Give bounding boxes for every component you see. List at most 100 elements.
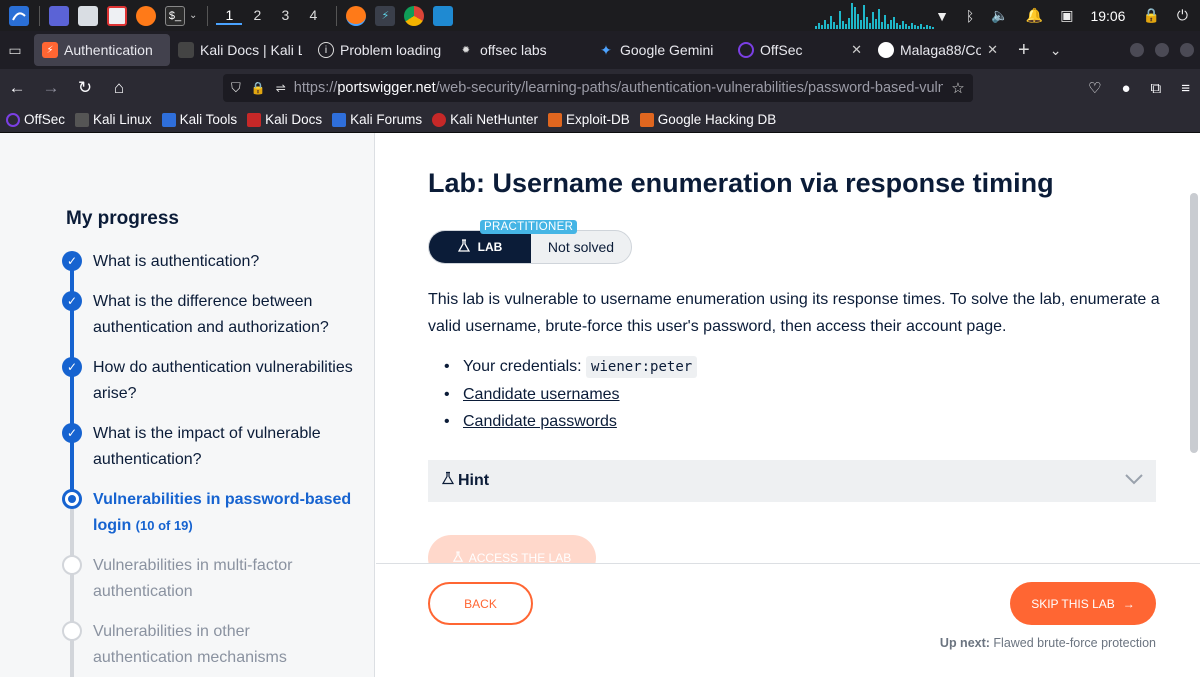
access-the-lab-button[interactable]: ACCESS THE LAB — [428, 535, 596, 563]
offsec-bookmark-icon — [6, 112, 20, 127]
bookmark-kali-nethunter[interactable]: Kali NetHunter — [432, 112, 538, 127]
extensions-icon[interactable]: ⧉ — [1151, 80, 1162, 97]
current-step-icon — [62, 489, 82, 509]
tab-offsec-labs[interactable]: ✹ offsec labs — [450, 34, 590, 66]
bookmark-kali-linux[interactable]: Kali Linux — [75, 112, 152, 127]
menu-icon[interactable]: ≡ — [1181, 80, 1190, 97]
github-favicon-icon — [878, 42, 894, 58]
chrome-icon[interactable] — [404, 5, 425, 26]
bookmark-label: Kali Forums — [350, 112, 423, 127]
volume-icon[interactable]: 🔈 — [991, 7, 1008, 24]
lab-footer-nav: BACK SKIP THIS LAB → Up next: Flawed bru… — [376, 563, 1200, 677]
kali-favicon-icon — [178, 42, 194, 58]
text-editor-icon[interactable] — [107, 5, 127, 26]
kali-docs-bookmark-icon — [247, 112, 262, 127]
window-maximize-button[interactable] — [1155, 43, 1169, 57]
desktop-icon[interactable] — [49, 5, 69, 26]
back-arrow-icon[interactable]: ← — [2, 78, 32, 98]
tab-problem-loading[interactable]: i Problem loading — [310, 34, 450, 66]
window-minimize-button[interactable] — [1130, 43, 1144, 57]
back-button[interactable]: BACK — [428, 582, 533, 625]
checkmark-icon: ✓ — [62, 357, 82, 377]
shield-icon[interactable]: ⛉ — [231, 80, 241, 96]
bookmark-kali-forums[interactable]: Kali Forums — [332, 112, 422, 127]
bookmark-star-icon[interactable]: ☆ — [943, 74, 973, 102]
hint-accordion[interactable]: Hint — [428, 460, 1156, 502]
lab-status: Not solved — [547, 239, 615, 255]
reload-icon[interactable]: ↻ — [70, 78, 100, 98]
incomplete-step-icon — [62, 621, 82, 641]
list-item: Candidate usernames — [444, 381, 697, 408]
new-tab-plus-icon[interactable]: + — [1018, 39, 1030, 62]
offsec-favicon-icon — [738, 42, 754, 58]
firefox-icon[interactable] — [136, 5, 156, 26]
tab-offsec[interactable]: OffSec ✕ — [730, 34, 870, 66]
close-tab-icon[interactable]: ✕ — [851, 42, 862, 58]
home-icon[interactable]: ⌂ — [104, 78, 134, 98]
account-icon[interactable]: ● — [1121, 80, 1130, 97]
close-tab-icon[interactable]: ✕ — [987, 42, 998, 58]
bookmark-label: Kali Docs — [265, 112, 323, 127]
vscode-icon[interactable] — [433, 5, 454, 26]
chevron-down-icon[interactable]: ⌄ — [189, 10, 197, 21]
tab-title: Problem loading — [340, 42, 442, 58]
pocket-icon[interactable]: ♡ — [1088, 79, 1101, 97]
tab-google-gemini[interactable]: ✦ Google Gemini — [590, 34, 730, 66]
kali-menu-icon[interactable] — [9, 5, 29, 26]
skip-button-label: SKIP THIS LAB — [1031, 596, 1115, 611]
bookmark-kali-tools[interactable]: Kali Tools — [161, 112, 237, 127]
lab-content: Lab: Username enumeration via response t… — [376, 133, 1200, 563]
burp-icon[interactable]: ⚡ — [375, 5, 396, 26]
lock-icon[interactable]: 🔒 — [251, 81, 266, 95]
tab-authentication[interactable]: ⚡ Authentication — [34, 34, 170, 66]
terminal-icon[interactable]: $_ — [165, 5, 185, 26]
forward-arrow-icon[interactable]: → — [36, 78, 66, 98]
lock-icon[interactable]: 🔒 — [1142, 7, 1159, 24]
workspace-2[interactable]: 2 — [244, 7, 270, 25]
candidate-usernames-link[interactable]: Candidate usernames — [463, 386, 620, 403]
bookmark-exploit-db[interactable]: Exploit-DB — [547, 112, 630, 127]
up-next-link[interactable]: Flawed brute-force protection — [993, 636, 1156, 650]
lab-badge: LAB Not solved PRACTITIONER — [428, 220, 632, 264]
bookmark-kali-docs[interactable]: Kali Docs — [247, 112, 322, 127]
tab-kali-docs[interactable]: Kali Docs | Kali L — [170, 34, 310, 66]
chevron-down-icon[interactable] — [1124, 469, 1144, 490]
kali-nethunter-bookmark-icon — [432, 112, 447, 127]
tab-github[interactable]: Malaga88/Conc ✕ — [870, 34, 1006, 66]
workspace-1[interactable]: 1 — [216, 7, 243, 25]
progress-step-label: Vulnerabilities in multi-factor authenti… — [93, 557, 293, 600]
bookmark-google-hacking-db[interactable]: Google Hacking DB — [639, 112, 776, 127]
hint-label: Hint — [458, 472, 490, 489]
window-close-button[interactable] — [1180, 43, 1194, 57]
list-all-tabs-chevron-icon[interactable]: ⌄ — [1050, 42, 1062, 59]
offsec-labs-favicon-icon: ✹ — [461, 44, 471, 56]
lab-type-label: LAB — [477, 240, 503, 254]
progress-step-label: How do authentication vulnerabilities ar… — [93, 359, 353, 402]
firefox-view-icon[interactable]: ▭ — [0, 42, 30, 59]
power-icon[interactable]: ⏻ — [1177, 7, 1188, 24]
bluetooth-icon[interactable]: ᛒ — [966, 8, 974, 24]
taskbar-separator — [336, 5, 338, 26]
permissions-icon[interactable]: ⇌ — [276, 81, 286, 95]
credentials-label: Your credentials: — [463, 358, 582, 375]
bookmark-offsec[interactable]: OffSec — [6, 112, 65, 127]
workspace-4[interactable]: 4 — [300, 7, 326, 25]
url-host: portswigger.net — [337, 80, 436, 96]
progress-track-remaining — [70, 509, 74, 677]
url-bar[interactable]: ⛉ 🔒 ⇌ https://portswigger.net/web-securi… — [223, 74, 973, 102]
workspace-3[interactable]: 3 — [272, 7, 298, 25]
os-taskbar: $_ ⌄ 1 2 3 4 ⚡ ▼ ᛒ 🔈 🔔 ▣ 19:06 🔒 ⏻ — [0, 0, 1200, 31]
skip-this-lab-button[interactable]: SKIP THIS LAB → — [1010, 582, 1156, 625]
lab-title: Lab: Username enumeration via response t… — [428, 168, 1054, 198]
page-scrollbar[interactable] — [1190, 193, 1198, 453]
clock[interactable]: 19:06 — [1090, 8, 1125, 24]
files-icon[interactable] — [78, 5, 98, 26]
kali-linux-bookmark-icon — [75, 112, 90, 127]
incomplete-step-icon — [62, 555, 82, 575]
candidate-passwords-link[interactable]: Candidate passwords — [463, 413, 617, 430]
firefox-taskbar-icon[interactable] — [346, 5, 367, 26]
wifi-icon[interactable]: ▼ — [935, 8, 949, 24]
notification-icon[interactable]: 🔔 — [1026, 7, 1043, 24]
tab-title: Google Gemini — [620, 42, 714, 58]
battery-icon[interactable]: ▣ — [1060, 7, 1073, 24]
